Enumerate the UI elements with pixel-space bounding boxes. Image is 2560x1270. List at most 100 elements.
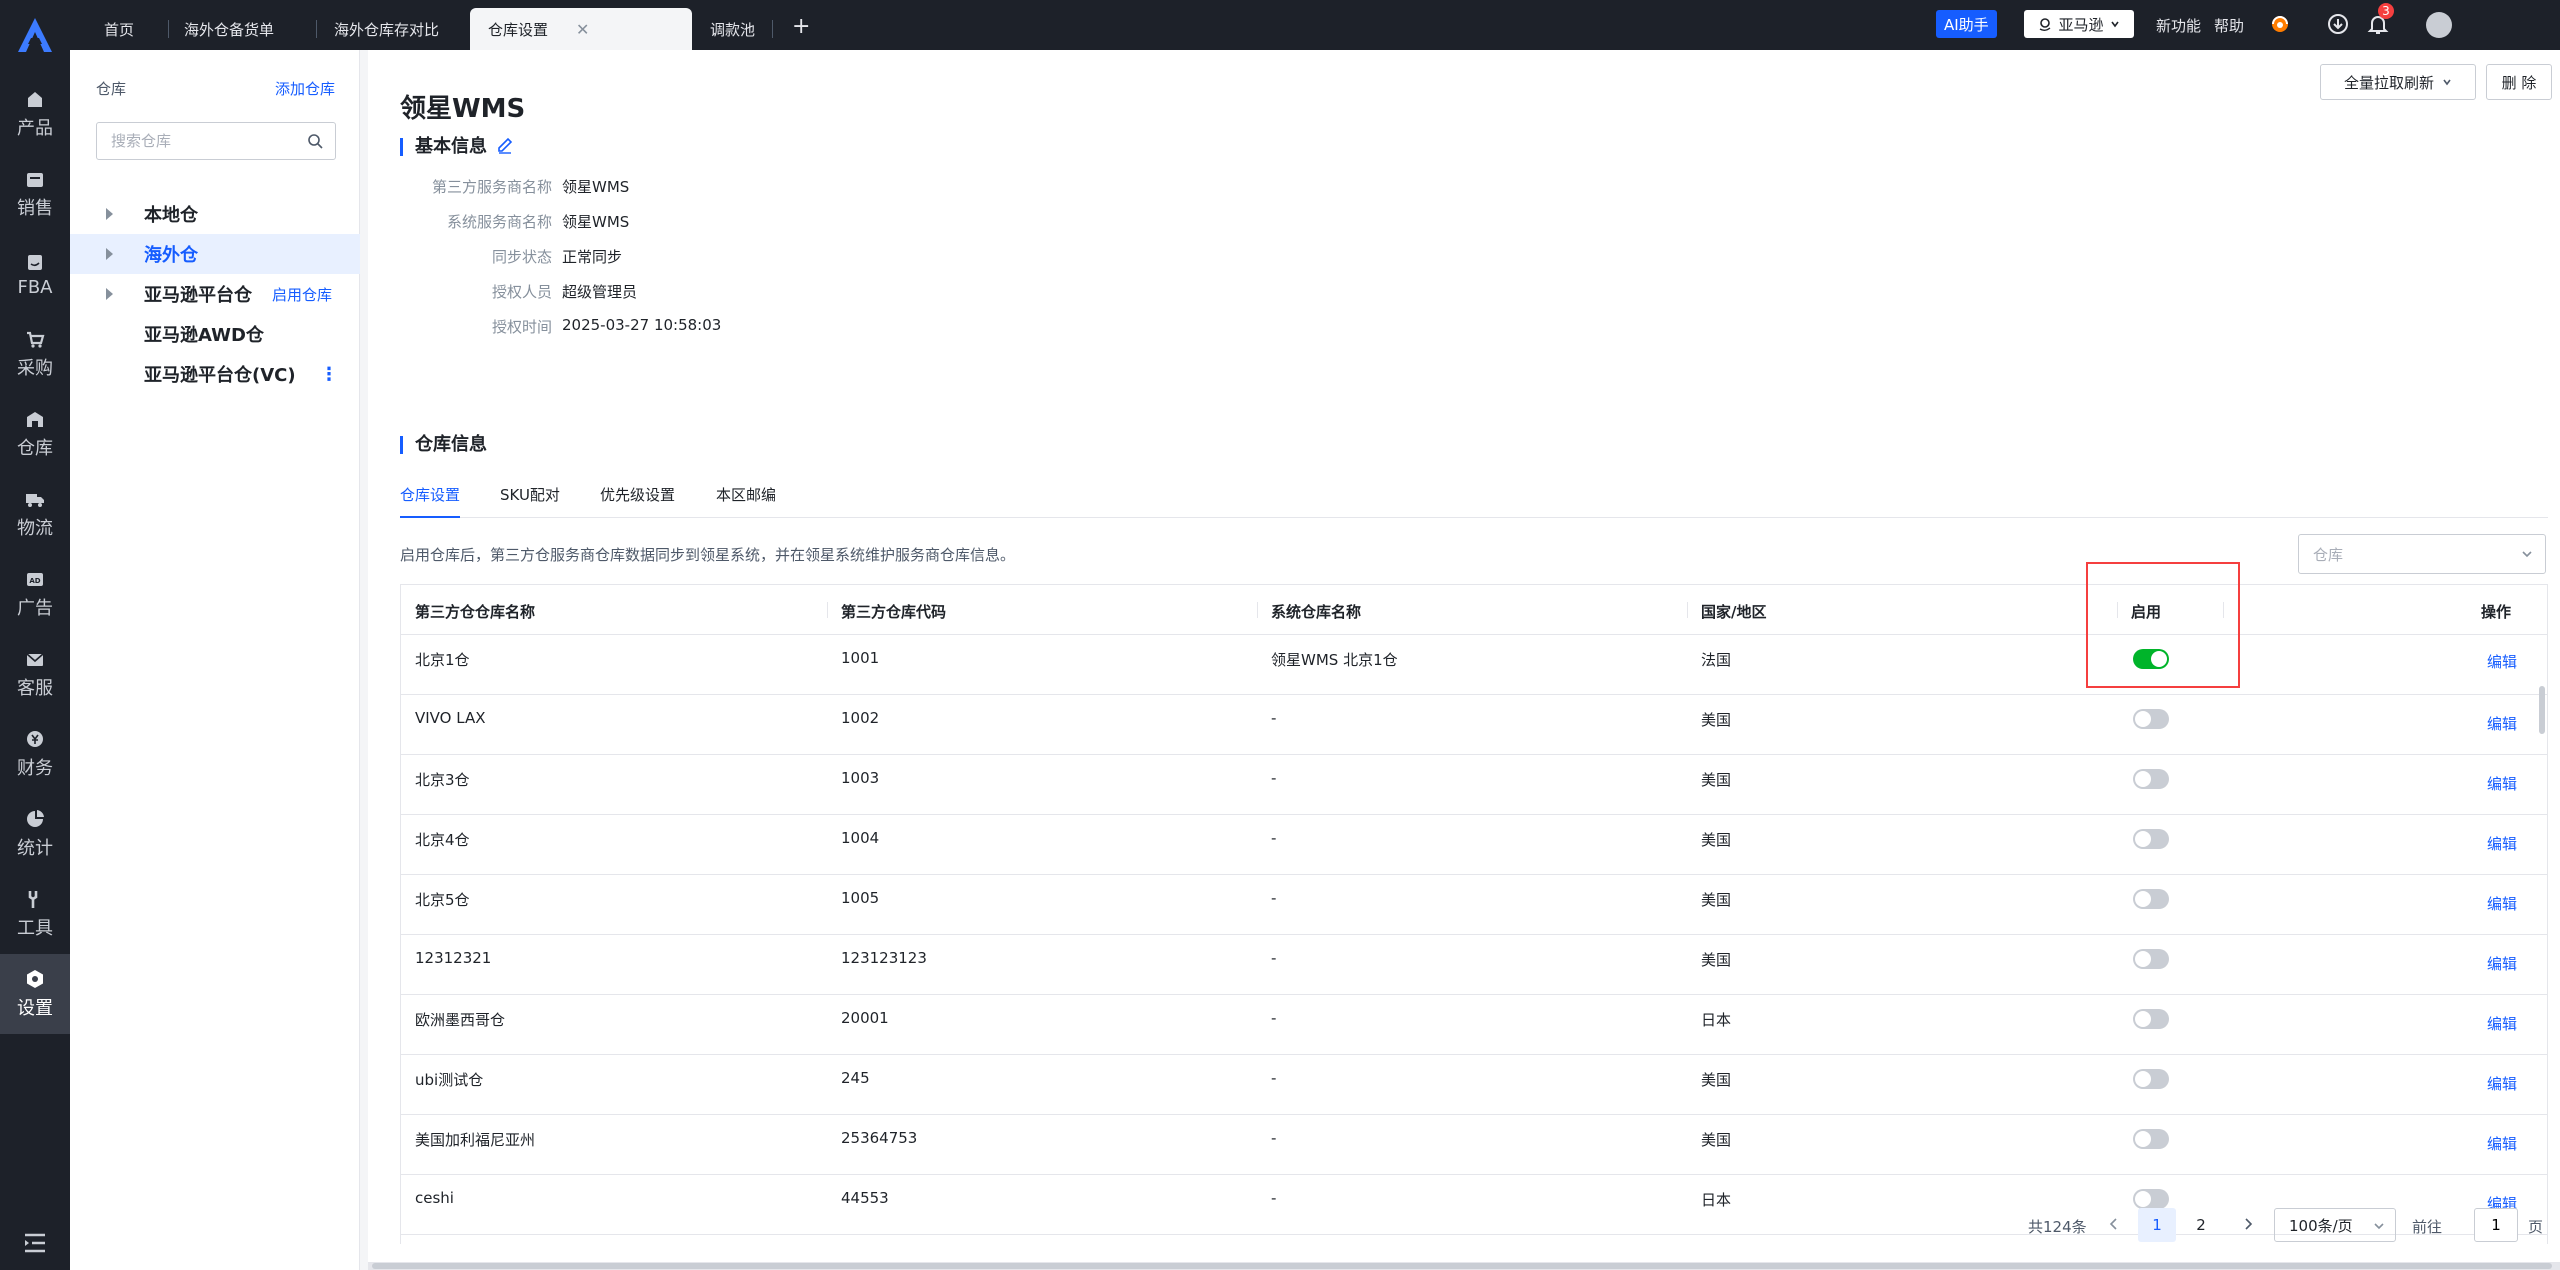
info-value: 2025-03-27 10:58:03 — [562, 316, 722, 334]
edit-link[interactable]: 编辑 — [2487, 833, 2517, 854]
tree-node[interactable]: 本地仓 — [70, 194, 360, 234]
tab-overseas-inventory-compare[interactable]: 海外仓库存对比 — [316, 8, 457, 50]
nav-item-finance[interactable]: 财务 — [0, 714, 70, 794]
cell-name: 北京4仓 — [415, 831, 470, 849]
page-horizontal-scrollbar[interactable] — [368, 1262, 2560, 1270]
tree-node[interactable]: 亚马逊AWD仓 — [70, 314, 360, 354]
ai-assistant-button[interactable]: AI助手 — [1936, 10, 1997, 38]
edit-link[interactable]: 编辑 — [2487, 1013, 2517, 1034]
tree-node[interactable]: 亚马逊平台仓 启用仓库 — [70, 274, 360, 314]
table-header: 第三方仓仓库名称 第三方仓库代码 系统仓库名称 国家/地区 启用 操作 — [401, 585, 2547, 635]
cell-system-name: - — [1271, 889, 1277, 907]
cell-country: 日本 — [1701, 1011, 1732, 1029]
subtab-local-zipcode[interactable]: 本区邮编 — [716, 484, 776, 518]
subtab-priority-settings[interactable]: 优先级设置 — [600, 484, 675, 518]
warehouse-filter-select[interactable]: 仓库 — [2298, 534, 2546, 574]
customer-service-icon[interactable] — [2268, 12, 2292, 36]
nav-item-tool[interactable]: 工具 — [0, 874, 70, 954]
close-tab-icon[interactable]: ✕ — [576, 20, 589, 39]
enable-toggle[interactable] — [2133, 649, 2169, 669]
avatar[interactable] — [2426, 12, 2452, 38]
tree-node[interactable]: 亚马逊平台仓(VC) ⋮ — [70, 354, 360, 394]
goto-page-input[interactable] — [2474, 1208, 2518, 1242]
nav-item-product[interactable]: 产品 — [0, 74, 70, 154]
edit-icon[interactable] — [496, 136, 514, 154]
scrollbar-thumb[interactable] — [2539, 686, 2545, 734]
add-warehouse-link[interactable]: 添加仓库 — [275, 78, 335, 99]
tab-home[interactable]: 首页 — [86, 8, 152, 50]
nav-item-label: 产品 — [17, 118, 53, 139]
site-selector[interactable]: 亚马逊 — [2024, 10, 2134, 38]
cell-system-name: - — [1271, 829, 1277, 847]
delete-button[interactable]: 删 除 — [2486, 64, 2552, 100]
nav-item-label: 广告 — [17, 598, 53, 619]
table-row: 12312321 123123123 - 美国 编辑 — [401, 935, 2547, 995]
add-tab-icon[interactable]: + — [792, 14, 810, 39]
table-scrollbar[interactable] — [2538, 634, 2546, 1244]
enable-toggle[interactable] — [2133, 709, 2169, 729]
enable-toggle[interactable] — [2133, 1069, 2169, 1089]
brand-logo-icon[interactable] — [14, 16, 56, 56]
more-options-icon[interactable]: ⋮ — [320, 364, 338, 385]
enable-toggle[interactable] — [2133, 829, 2169, 849]
info-key: 授权人员 — [491, 283, 552, 301]
tree-node[interactable]: 海外仓 — [70, 234, 360, 274]
nav-item-sales[interactable]: 销售 — [0, 154, 70, 234]
page-1[interactable]: 1 — [2138, 1208, 2176, 1242]
subtab-warehouse-settings[interactable]: 仓库设置 — [400, 484, 461, 518]
page-2[interactable]: 2 — [2182, 1208, 2220, 1242]
table-row: VIVO LAX 1002 - 美国 编辑 — [401, 695, 2547, 755]
nav-item-truck[interactable]: 物流 — [0, 474, 70, 554]
enable-toggle[interactable] — [2133, 1129, 2169, 1149]
cell-system-name: - — [1271, 1009, 1277, 1027]
scrollbar-thumb[interactable] — [372, 1263, 2552, 1269]
expand-arrow-icon[interactable] — [106, 288, 113, 300]
col-third-party-name: 第三方仓仓库名称 — [415, 603, 536, 621]
info-value: 领星WMS — [562, 213, 630, 231]
new-feature-link[interactable]: 新功能 — [2156, 15, 2201, 36]
col-third-party-code: 第三方仓库代码 — [841, 603, 947, 621]
enable-toggle[interactable] — [2133, 889, 2169, 909]
nav-item-warehouse[interactable]: 仓库 — [0, 394, 70, 474]
nav-item-settings[interactable]: 设置 — [0, 954, 70, 1034]
enable-toggle[interactable] — [2133, 769, 2169, 789]
warehouse-search-input[interactable] — [111, 132, 301, 150]
edit-link[interactable]: 编辑 — [2487, 773, 2517, 794]
enable-toggle[interactable] — [2133, 1009, 2169, 1029]
expand-arrow-icon[interactable] — [106, 248, 113, 260]
edit-link[interactable]: 编辑 — [2487, 893, 2517, 914]
prev-page-icon[interactable] — [2104, 1214, 2124, 1234]
download-icon[interactable] — [2326, 12, 2350, 36]
basic-info-title: 基本信息 — [400, 138, 487, 156]
page-size-select[interactable]: 100条/页 — [2274, 1208, 2396, 1242]
tab-warehouse-settings[interactable]: 仓库设置 ✕ — [470, 8, 692, 50]
nav-item-fba[interactable]: FBA — [0, 234, 70, 314]
nav-item-cart[interactable]: 采购 — [0, 314, 70, 394]
nav-item-ad[interactable]: AD 广告 — [0, 554, 70, 634]
toggle-knob — [2135, 1131, 2151, 1147]
cell-system-name: - — [1271, 709, 1277, 727]
edit-link[interactable]: 编辑 — [2487, 953, 2517, 974]
enable-toggle[interactable] — [2133, 949, 2169, 969]
edit-link[interactable]: 编辑 — [2487, 1133, 2517, 1154]
tab-overseas-stock-order[interactable]: 海外仓备货单 — [166, 8, 292, 50]
enable-warehouse-link[interactable]: 启用仓库 — [272, 284, 332, 305]
collapse-menu-icon[interactable] — [22, 1230, 48, 1256]
next-page-icon[interactable] — [2238, 1214, 2258, 1234]
user-name-redacted[interactable] — [2460, 15, 2520, 33]
nav-item-mail[interactable]: 客服 — [0, 634, 70, 714]
search-icon[interactable] — [307, 133, 323, 149]
edit-link[interactable]: 编辑 — [2487, 713, 2517, 734]
info-value: 正常同步 — [562, 248, 623, 266]
tree-node-label: 亚马逊平台仓(VC) — [144, 365, 296, 386]
chevron-down-icon — [2522, 551, 2532, 558]
tab-adjust-pool[interactable]: 调款池 — [692, 8, 773, 50]
help-link[interactable]: 帮助 — [2214, 15, 2244, 36]
edit-link[interactable]: 编辑 — [2487, 651, 2517, 672]
nav-item-pie-chart[interactable]: 统计 — [0, 794, 70, 874]
edit-link[interactable]: 编辑 — [2487, 1073, 2517, 1094]
subtab-sku-pairing[interactable]: SKU配对 — [500, 484, 560, 518]
expand-arrow-icon[interactable] — [106, 208, 113, 220]
full-refresh-button[interactable]: 全量拉取刷新 — [2320, 64, 2476, 100]
cart-icon — [27, 331, 45, 348]
